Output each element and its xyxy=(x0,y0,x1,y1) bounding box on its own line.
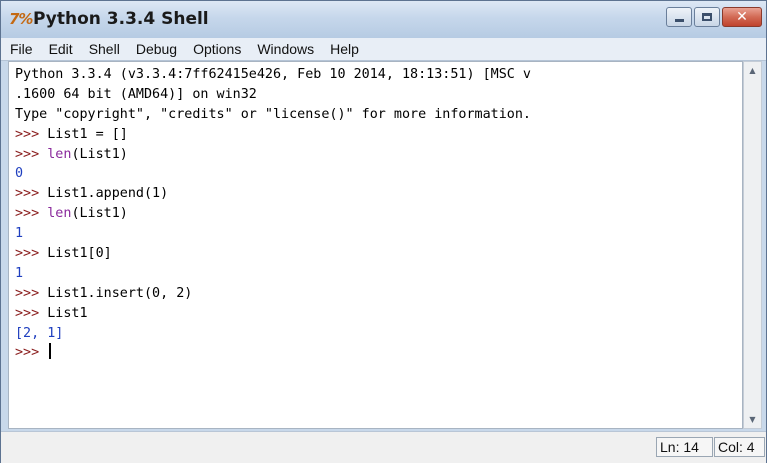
maximize-button[interactable] xyxy=(694,7,720,27)
shell-line: Python 3.3.4 (v3.3.4:7ff62415e426, Feb 1… xyxy=(15,65,531,85)
prompt-marker: >>> xyxy=(15,126,48,142)
input-code: List1.insert(0, 2) xyxy=(47,285,193,301)
shell-line: 1 xyxy=(15,264,531,284)
input-code: (List1) xyxy=(71,146,128,162)
vertical-scrollbar[interactable]: ▲ ▼ xyxy=(743,61,762,429)
input-code: List1.append(1) xyxy=(47,186,169,202)
status-bar: Ln: 14 Col: 4 xyxy=(1,431,766,463)
text-cursor xyxy=(49,343,52,360)
menu-debug[interactable]: Debug xyxy=(128,38,185,60)
builtin-name: len xyxy=(47,146,72,162)
shell-line: >>> xyxy=(15,343,531,363)
shell-line: >>> len(List1) xyxy=(15,204,531,224)
status-column-number: Col: 4 xyxy=(714,437,765,457)
shell-line: Type "copyright", "credits" or "license(… xyxy=(15,105,531,125)
minimize-button[interactable] xyxy=(666,7,692,27)
result-value: 0 xyxy=(15,166,24,182)
shell-line: >>> List1.append(1) xyxy=(15,184,531,204)
shell-line: [2, 1] xyxy=(15,324,531,344)
maximize-icon xyxy=(702,13,712,21)
menu-bar: File Edit Shell Debug Options Windows He… xyxy=(1,38,766,61)
menu-shell[interactable]: Shell xyxy=(81,38,128,60)
prompt-marker: >>> xyxy=(15,246,48,262)
shell-text-area[interactable]: Python 3.3.4 (v3.3.4:7ff62415e426, Feb 1… xyxy=(8,61,743,429)
menu-file[interactable]: File xyxy=(1,38,41,60)
scroll-down-button[interactable]: ▼ xyxy=(744,411,761,428)
menu-options[interactable]: Options xyxy=(185,38,249,60)
menu-windows[interactable]: Windows xyxy=(249,38,322,60)
shell-line: 1 xyxy=(15,224,531,244)
shell-line: >>> List1 = [] xyxy=(15,125,531,145)
input-code: (List1) xyxy=(71,206,128,222)
status-line-number: Ln: 14 xyxy=(656,437,713,457)
prompt-marker: >>> xyxy=(15,186,48,202)
result-value: 1 xyxy=(15,265,24,281)
shell-line: >>> List1 xyxy=(15,304,531,324)
input-code: List1 = [] xyxy=(47,126,128,142)
scroll-up-button[interactable]: ▲ xyxy=(744,62,761,79)
window-controls: ✕ xyxy=(664,7,762,29)
prompt-marker: >>> xyxy=(15,345,48,361)
prompt-marker: >>> xyxy=(15,146,48,162)
shell-output: Python 3.3.4 (v3.3.4:7ff62415e426, Feb 1… xyxy=(15,65,531,363)
menu-help[interactable]: Help xyxy=(322,38,367,60)
idle-shell-window: 7% Python 3.3.4 Shell ✕ File Edit Shell … xyxy=(0,0,767,463)
builtin-name: len xyxy=(47,206,72,222)
title-bar[interactable]: 7% Python 3.3.4 Shell ✕ xyxy=(1,1,766,38)
output-text: Type "copyright", "credits" or "license(… xyxy=(15,106,531,122)
window-title: Python 3.3.4 Shell xyxy=(33,9,209,29)
python-idle-icon: 7% xyxy=(9,10,33,28)
shell-line: >>> List1.insert(0, 2) xyxy=(15,284,531,304)
result-value: [2, 1] xyxy=(15,325,64,341)
output-text: .1600 64 bit (AMD64)] on win32 xyxy=(15,86,257,102)
shell-line: .1600 64 bit (AMD64)] on win32 xyxy=(15,85,531,105)
shell-line: >>> List1[0] xyxy=(15,244,531,264)
close-button[interactable]: ✕ xyxy=(722,7,762,27)
menu-edit[interactable]: Edit xyxy=(41,38,81,60)
prompt-marker: >>> xyxy=(15,285,48,301)
output-text: Python 3.3.4 (v3.3.4:7ff62415e426, Feb 1… xyxy=(15,67,531,82)
shell-line: >>> len(List1) xyxy=(15,145,531,165)
close-icon: ✕ xyxy=(736,9,748,25)
prompt-marker: >>> xyxy=(15,305,48,321)
shell-line: 0 xyxy=(15,164,531,184)
minimize-icon xyxy=(674,19,684,22)
input-code: List1[0] xyxy=(47,246,112,262)
arrow-up-icon: ▲ xyxy=(749,66,756,75)
arrow-down-icon: ▼ xyxy=(749,415,756,424)
input-code: List1 xyxy=(47,305,88,321)
result-value: 1 xyxy=(15,226,24,242)
prompt-marker: >>> xyxy=(15,206,48,222)
